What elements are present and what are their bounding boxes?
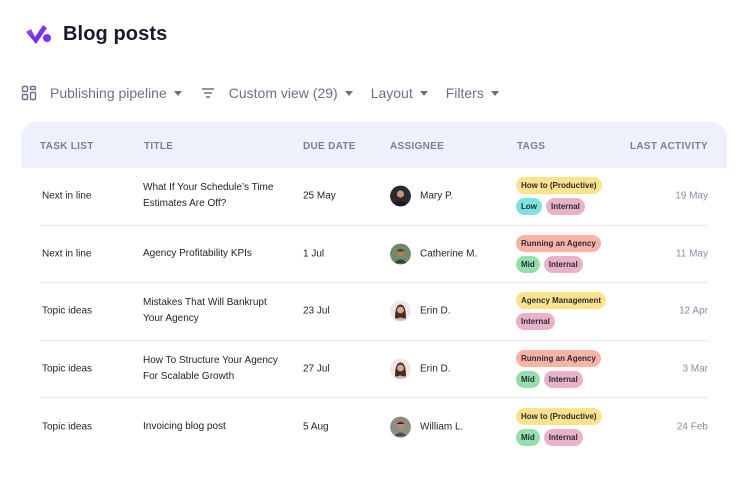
last-activity-cell: 3 Mar bbox=[682, 363, 708, 375]
tag-badge[interactable]: How to (Productive) bbox=[516, 408, 602, 426]
avatar bbox=[390, 185, 411, 207]
assignee-cell[interactable]: Catherine M. bbox=[390, 243, 478, 265]
column-header-due-date[interactable]: DUE DATE bbox=[303, 141, 356, 152]
assignee-cell[interactable]: Mary P. bbox=[390, 185, 454, 207]
sort-lines-icon bbox=[201, 88, 214, 98]
tag-badge[interactable]: Running an Agency bbox=[516, 234, 601, 252]
last-activity-cell: 11 May bbox=[675, 248, 708, 260]
filters-label: Filters bbox=[445, 85, 484, 101]
toolbar: Publishing pipeline Custom view (29) Lay… bbox=[21, 82, 499, 104]
table-row[interactable]: Topic ideas How To Structure Your Agency… bbox=[40, 341, 708, 399]
pipeline-label: Publishing pipeline bbox=[50, 85, 167, 101]
view-label: Custom view (29) bbox=[228, 85, 338, 101]
view-dropdown[interactable]: Custom view (29) bbox=[200, 85, 353, 101]
page-title: Blog posts bbox=[63, 22, 168, 45]
task-list-cell: Next in line bbox=[42, 190, 92, 202]
page-header: Blog posts bbox=[24, 20, 167, 48]
assignee-name: Catherine M. bbox=[420, 248, 478, 260]
table-row[interactable]: Topic ideas Invoicing blog post 5 Aug Wi… bbox=[40, 398, 708, 456]
title-link[interactable]: Agency Profitability KPIs bbox=[143, 246, 288, 262]
assignee-cell[interactable]: Erin D. bbox=[390, 358, 451, 380]
title-link[interactable]: How To Structure Your Agency For Scalabl… bbox=[143, 353, 288, 385]
assignee-cell[interactable]: Erin D. bbox=[390, 300, 451, 322]
last-activity-cell: 19 May bbox=[675, 190, 708, 202]
tag-badge[interactable]: Internal bbox=[516, 313, 555, 331]
tag-badge[interactable]: How to (Productive) bbox=[516, 177, 602, 195]
column-header-assignee[interactable]: ASSIGNEE bbox=[390, 141, 444, 152]
tag-badge[interactable]: Mid bbox=[516, 255, 540, 273]
task-list-cell: Topic ideas bbox=[42, 305, 93, 317]
tag-badge[interactable]: Running an Agency bbox=[516, 350, 601, 368]
layout-dropdown[interactable]: Layout bbox=[371, 85, 428, 101]
tag-badge[interactable]: Internal bbox=[546, 198, 585, 216]
due-date-cell: 5 Aug bbox=[303, 421, 329, 433]
title-link[interactable]: What If Your Schedule’s Time Estimates A… bbox=[143, 180, 288, 212]
tag-badge[interactable]: Mid bbox=[516, 429, 540, 447]
title-link[interactable]: Mistakes That Will Bankrupt Your Agency bbox=[143, 295, 288, 327]
layout-label: Layout bbox=[370, 85, 413, 101]
last-activity-cell: 24 Feb bbox=[676, 421, 708, 433]
due-date-cell: 27 Jul bbox=[303, 363, 330, 375]
tags-cell: Running an Agency Mid Internal bbox=[516, 350, 601, 389]
tag-badge[interactable]: Low bbox=[516, 198, 542, 216]
table-row[interactable]: Topic ideas Mistakes That Will Bankrupt … bbox=[40, 283, 708, 341]
avatar bbox=[390, 300, 411, 322]
filters-dropdown[interactable]: Filters bbox=[446, 85, 499, 101]
board-icon bbox=[21, 85, 37, 101]
title-link[interactable]: Invoicing blog post bbox=[143, 419, 288, 435]
tag-badge[interactable]: Internal bbox=[543, 371, 583, 389]
avatar bbox=[390, 416, 411, 438]
assignee-name: Erin D. bbox=[420, 305, 451, 317]
column-header-task-list[interactable]: TASK LIST bbox=[40, 141, 94, 152]
task-list-cell: Topic ideas bbox=[42, 363, 93, 375]
table-row[interactable]: Next in line What If Your Schedule’s Tim… bbox=[40, 168, 708, 226]
productive-logo-icon bbox=[26, 25, 51, 44]
tasks-table: TASK LIST TITLE DUE DATE ASSIGNEE TAGS L… bbox=[21, 122, 727, 456]
tag-badge[interactable]: Mid bbox=[516, 371, 540, 389]
task-list-cell: Topic ideas bbox=[42, 421, 93, 433]
last-activity-cell: 12 Apr bbox=[679, 305, 708, 317]
chevron-down-icon bbox=[173, 90, 182, 96]
chevron-down-icon bbox=[419, 90, 428, 96]
pipeline-dropdown[interactable]: Publishing pipeline bbox=[21, 85, 182, 101]
tag-badge[interactable]: Internal bbox=[543, 255, 583, 273]
chevron-down-icon bbox=[490, 90, 499, 96]
column-header-tags[interactable]: TAGS bbox=[517, 141, 545, 152]
table-row[interactable]: Next in line Agency Profitability KPIs 1… bbox=[40, 226, 708, 284]
assignee-name: William L. bbox=[420, 421, 464, 433]
avatar bbox=[390, 243, 411, 265]
tags-cell: Running an Agency Mid Internal bbox=[516, 234, 601, 273]
tags-cell: Agency Management Internal bbox=[516, 292, 607, 331]
assignee-name: Erin D. bbox=[420, 363, 451, 375]
assignee-name: Mary P. bbox=[420, 190, 454, 202]
column-header-last-activity[interactable]: LAST ACTIVITY bbox=[630, 141, 708, 152]
due-date-cell: 25 May bbox=[303, 190, 336, 202]
tag-badge[interactable]: Agency Management bbox=[516, 292, 607, 310]
due-date-cell: 23 Jul bbox=[303, 305, 330, 317]
table-header: TASK LIST TITLE DUE DATE ASSIGNEE TAGS L… bbox=[21, 122, 727, 168]
assignee-cell[interactable]: William L. bbox=[390, 416, 464, 438]
tags-cell: How to (Productive) Mid Internal bbox=[516, 408, 602, 447]
task-list-cell: Next in line bbox=[42, 248, 92, 260]
chevron-down-icon bbox=[344, 90, 353, 96]
avatar bbox=[390, 358, 411, 380]
column-header-title[interactable]: TITLE bbox=[144, 141, 173, 152]
tags-cell: How to (Productive) Low Internal bbox=[516, 177, 602, 216]
tag-badge[interactable]: Internal bbox=[543, 429, 583, 447]
due-date-cell: 1 Jul bbox=[303, 248, 325, 260]
